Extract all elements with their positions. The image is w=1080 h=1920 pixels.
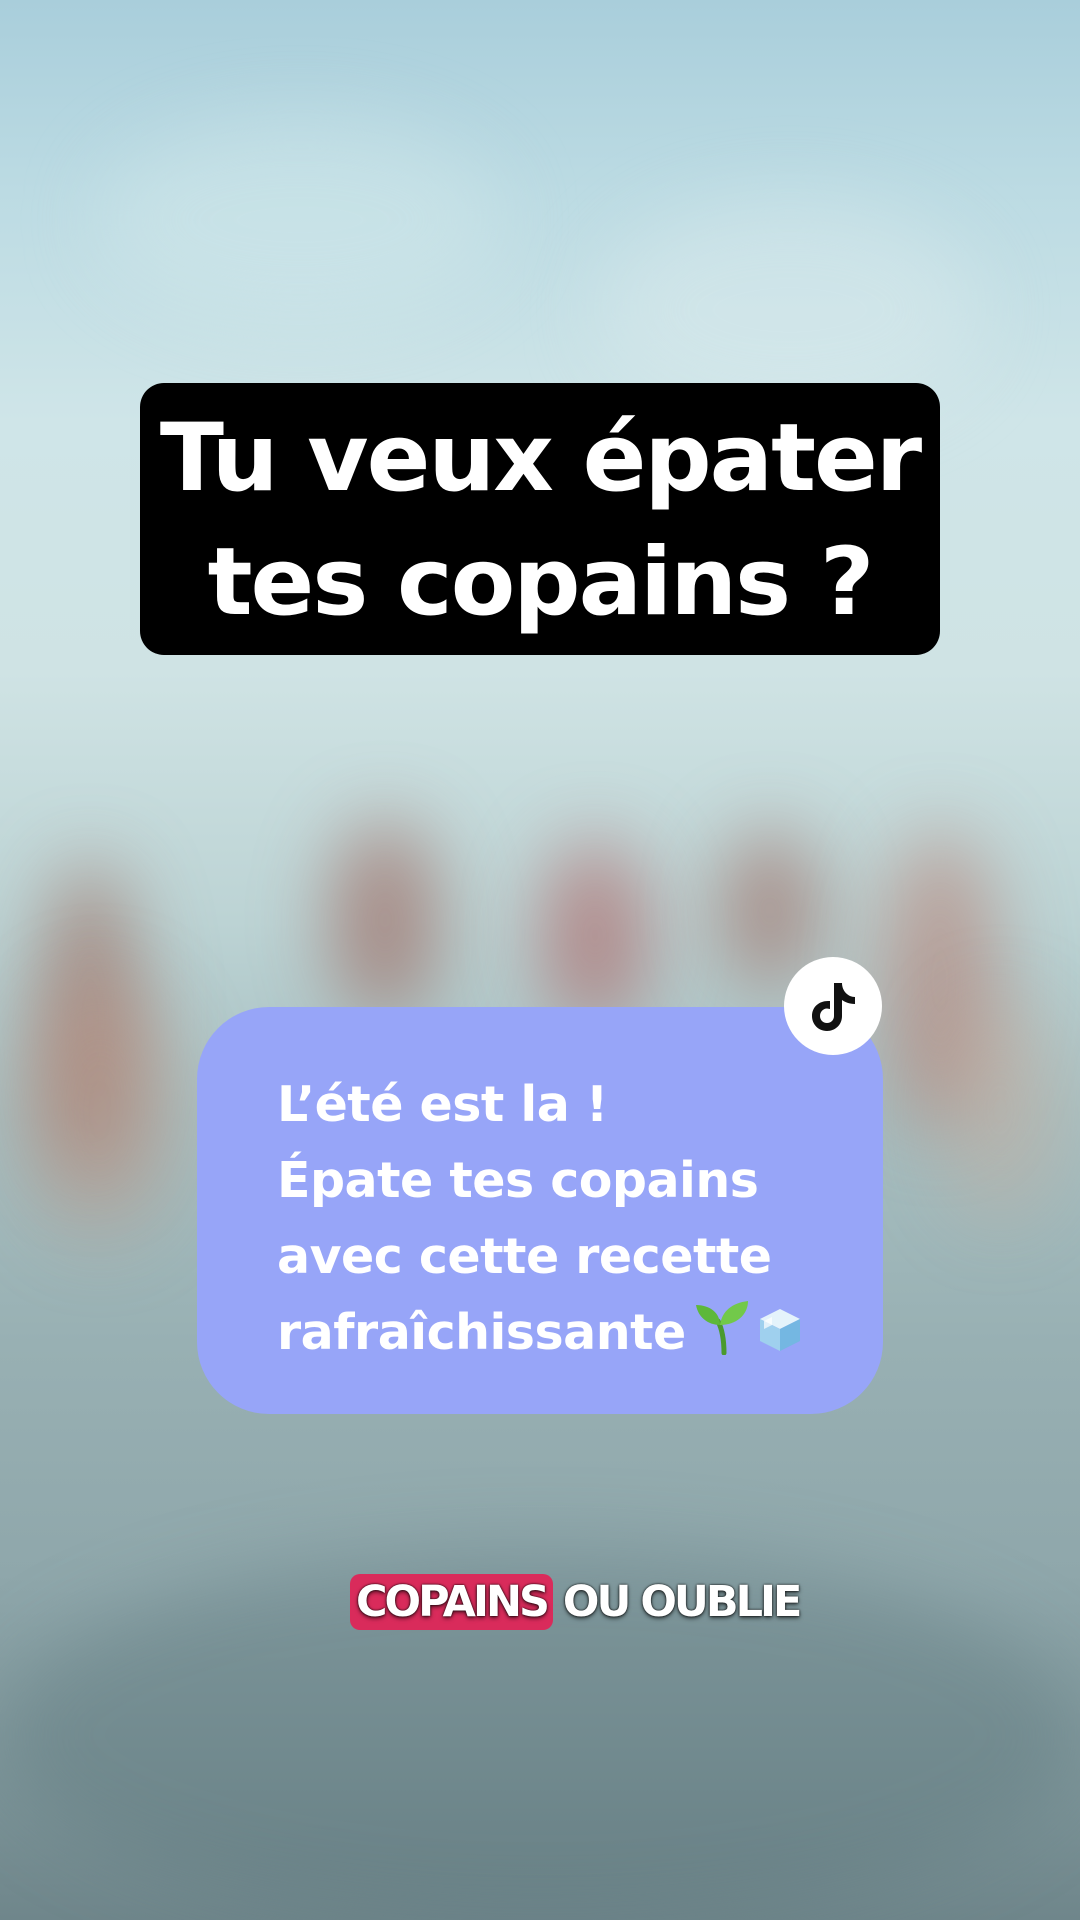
brand-rest: OU OUBLIE (562, 1577, 802, 1627)
message-line-2: Épate tes copains (277, 1152, 759, 1209)
message-bubble: L’été est la ! Épate tes copains avec ce… (197, 1007, 883, 1414)
message-line-1: L’été est la ! (277, 1076, 608, 1133)
seedling-icon (695, 1301, 748, 1355)
caption-line-2: tes copains ? (207, 528, 875, 637)
caption-box: Tu veux épater tes copains ? (140, 383, 940, 655)
tiktok-badge (784, 957, 882, 1055)
caption-line-1: Tu veux épater (159, 404, 922, 513)
brand-watermark: COPAINS OU OUBLIE (350, 1574, 802, 1630)
message-line-3: avec cette recette (277, 1228, 772, 1285)
message-line-4-wrap: rafraîchissante (277, 1295, 806, 1371)
brand-highlight-word: COPAINS (350, 1574, 553, 1630)
message-text: L’été est la ! Épate tes copains avec ce… (277, 1067, 806, 1371)
tiktok-logo-icon (812, 983, 855, 1031)
ice-cube-icon (759, 1309, 800, 1351)
message-line-4: rafraîchissante (277, 1304, 686, 1361)
